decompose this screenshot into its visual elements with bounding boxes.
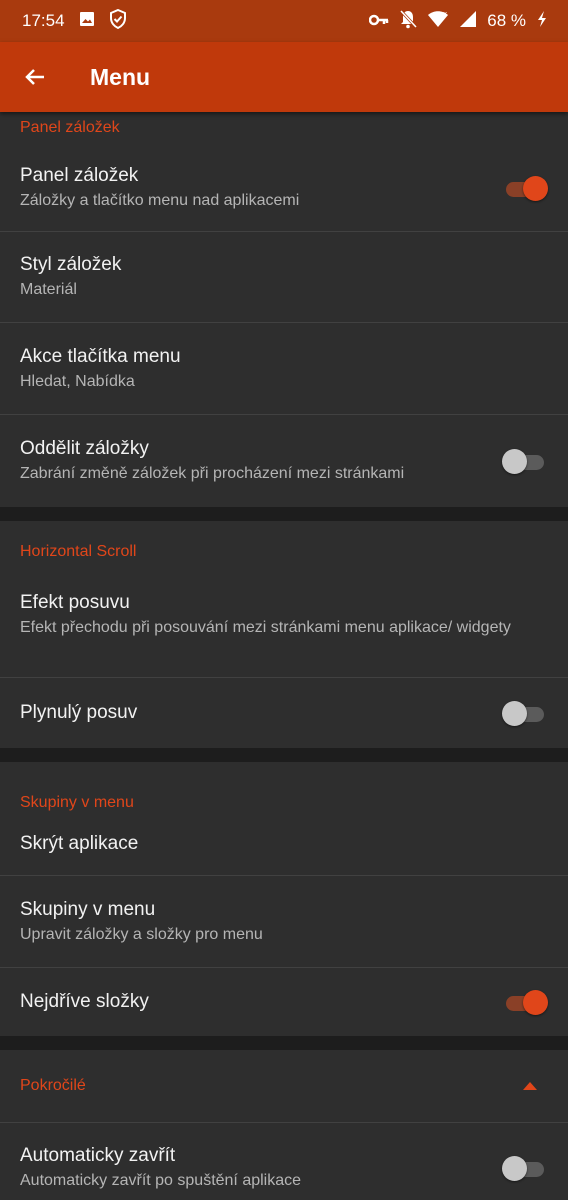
- nejdrive-slozky-toggle[interactable]: [502, 989, 548, 1015]
- section-header: Skupiny v menu: [20, 794, 134, 811]
- section-horizontal-scroll: Horizontal Scroll Efekt posuvu Efekt pře…: [0, 521, 568, 748]
- setting-title: Efekt posuvu: [20, 592, 130, 613]
- settings-list[interactable]: Panel záložek Panel záložek Záložky a tl…: [0, 112, 568, 1200]
- section-skupiny-v-menu: Skupiny v menu Skrýt aplikace Skupiny v …: [0, 762, 568, 1036]
- setting-title: Oddělit záložky: [20, 438, 149, 459]
- section-header-pokrocile[interactable]: Pokročilé: [0, 1050, 568, 1123]
- setting-skupiny-v-menu[interactable]: Skupiny v menu Upravit záložky a složky …: [0, 876, 568, 968]
- setting-efekt-posuvu[interactable]: Efekt posuvu Efekt přechodu při posouván…: [0, 583, 568, 678]
- svg-text:x: x: [443, 10, 447, 18]
- setting-styl-zalozek[interactable]: Styl záložek Materiál: [0, 232, 568, 323]
- setting-subtitle: Zabrání změně záložek při procházení mez…: [20, 465, 405, 482]
- shield-icon: [109, 8, 127, 34]
- status-time: 17:54: [22, 11, 65, 30]
- status-bar: 17:54 x 68 %: [0, 0, 568, 42]
- setting-title: Automaticky zavřít: [20, 1145, 176, 1166]
- battery-percent: 68 %: [487, 11, 526, 30]
- setting-akce-tlacitka-menu[interactable]: Akce tlačítka menu Hledat, Nabídka: [0, 323, 568, 415]
- setting-title: Styl záložek: [20, 254, 122, 275]
- setting-subtitle: Hledat, Nabídka: [20, 372, 135, 390]
- panel-zalozek-toggle[interactable]: [502, 175, 548, 201]
- section-divider: [0, 1036, 568, 1050]
- setting-title: Akce tlačítka menu: [20, 345, 181, 367]
- bell-off-icon: [399, 9, 418, 34]
- arrow-left-icon: [25, 69, 44, 85]
- section-header: Horizontal Scroll: [20, 543, 137, 560]
- setting-nejdrive-slozky[interactable]: Nejdříve složky: [0, 968, 568, 1036]
- section-divider: [0, 507, 568, 521]
- setting-title: Skrýt aplikace: [20, 833, 139, 854]
- setting-skryt-aplikace[interactable]: Skrýt aplikace: [0, 824, 568, 876]
- signal-icon: [459, 10, 477, 33]
- setting-plynuly-posuv[interactable]: Plynulý posuv: [0, 678, 568, 748]
- setting-subtitle: Automaticky zavřít po spuštění aplikace: [20, 1172, 302, 1189]
- section-pokrocile: Pokročilé Automaticky zavřít Automaticky…: [0, 1050, 568, 1200]
- charging-icon: [536, 10, 548, 33]
- setting-title: Plynulý posuv: [20, 702, 138, 723]
- key-icon: [369, 11, 389, 31]
- back-button[interactable]: [0, 42, 70, 112]
- page-title: Menu: [90, 63, 151, 90]
- setting-subtitle: Záložky a tlačítko menu nad aplikacemi: [20, 191, 300, 209]
- image-icon: [79, 11, 95, 32]
- section-header: Pokročilé: [20, 1077, 86, 1094]
- setting-title: Skupiny v menu: [20, 898, 156, 920]
- setting-panel-zalozek[interactable]: Panel záložek Záložky a tlačítko menu na…: [0, 144, 568, 232]
- section-panel-zalozek: Panel záložek Panel záložek Záložky a tl…: [0, 112, 568, 507]
- setting-title: Panel záložek: [20, 164, 139, 186]
- setting-subtitle: Materiál: [20, 281, 77, 298]
- section-header: Panel záložek: [20, 119, 120, 136]
- setting-subtitle: Efekt přechodu při posouvání mezi stránk…: [20, 619, 511, 636]
- collapse-arrow-icon: [523, 1082, 537, 1090]
- section-divider: [0, 748, 568, 762]
- oddelit-zalozky-toggle[interactable]: [502, 448, 548, 474]
- setting-title: Nejdříve složky: [20, 991, 149, 1012]
- plynuly-posuv-toggle[interactable]: [502, 700, 548, 726]
- automaticky-zavrit-toggle[interactable]: [502, 1155, 548, 1181]
- setting-subtitle: Upravit záložky a složky pro menu: [20, 925, 263, 943]
- wifi-icon: x: [427, 10, 449, 33]
- app-bar: Menu: [0, 42, 568, 112]
- setting-oddelit-zalozky[interactable]: Oddělit záložky Zabrání změně záložek př…: [0, 415, 568, 507]
- setting-automaticky-zavrit[interactable]: Automaticky zavřít Automaticky zavřít po…: [0, 1123, 568, 1200]
